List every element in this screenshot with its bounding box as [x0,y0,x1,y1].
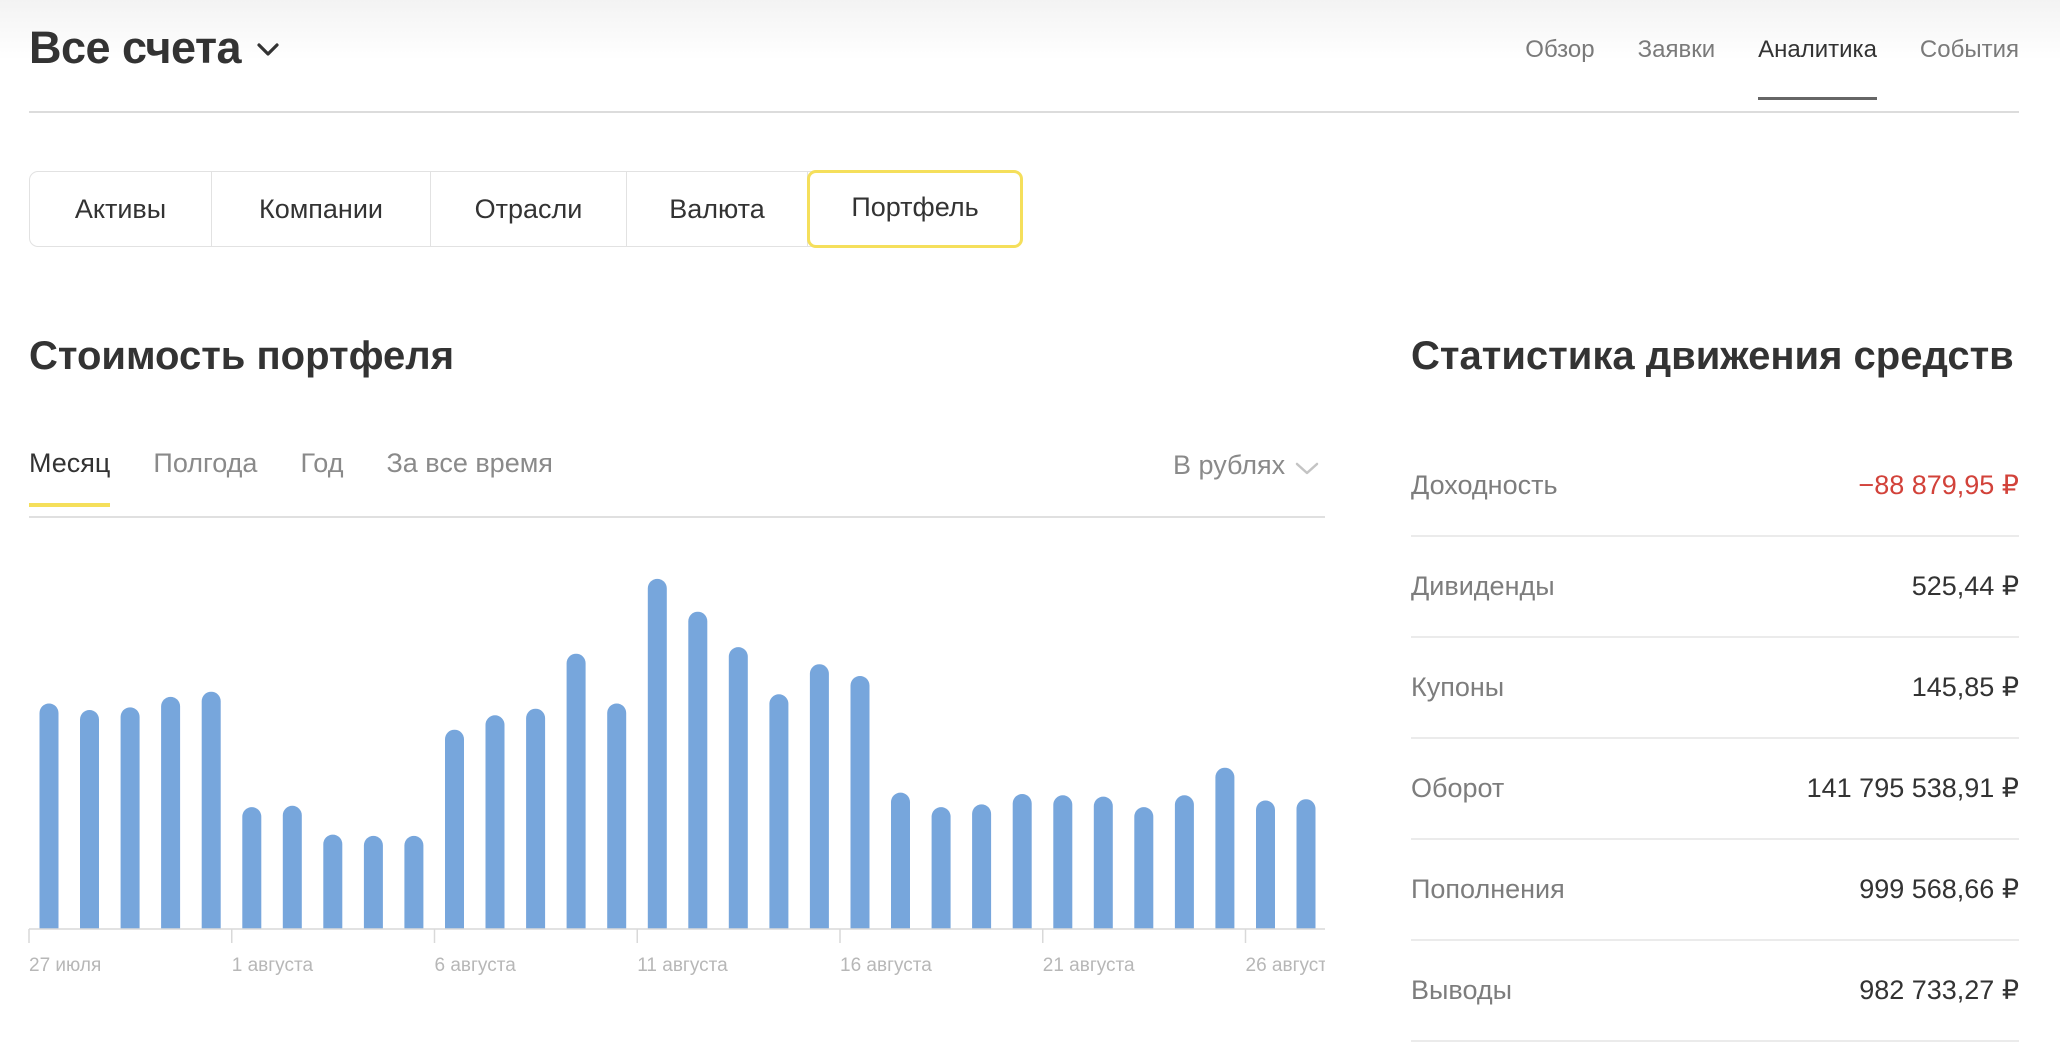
chevron-down-icon [1295,462,1319,474]
stat-label: Доходность [1411,470,1558,500]
segment-portfolio[interactable]: Портфель [807,170,1023,248]
stat-row-deposits: Пополнения 999 568,66 ₽ [1411,840,2019,941]
stat-value: 141 795 538,91 ₽ [1806,773,2019,803]
chart-bar[interactable] [688,611,708,939]
segment-currency[interactable]: Валюта [627,172,808,246]
stat-label: Пополнения [1411,874,1565,904]
chart-bar[interactable] [80,710,99,939]
chart-bar[interactable] [485,715,505,939]
currency-label: В рублях [1173,450,1286,480]
chart-bar[interactable] [850,676,870,939]
stat-label: Выводы [1411,975,1513,1005]
chart-bar[interactable] [445,729,464,939]
tab-overview[interactable]: Обзор [1525,36,1594,100]
chevron-down-icon [257,42,279,62]
portfolio-value-title: Стоимость портфеля [29,334,455,378]
period-selector: Месяц Полгода Год За все время [29,448,553,507]
period-month[interactable]: Месяц [29,448,111,507]
x-tick-label: 6 августа [435,955,517,976]
stat-row-yield: Доходность −88 879,95 ₽ [1411,436,2019,537]
stat-label: Оборот [1411,773,1505,803]
chart-bar[interactable] [161,696,181,939]
chart-bar[interactable] [1256,800,1275,940]
chart-bar[interactable] [282,805,302,939]
chart-bar[interactable] [201,691,221,939]
segment-assets[interactable]: Активы [30,172,212,246]
stat-row-coupons: Купоны 145,85 ₽ [1411,638,2019,739]
chart-bar[interactable] [607,703,627,940]
stat-value: 982 733,27 ₽ [1859,975,2019,1005]
chart-bar[interactable] [809,664,829,939]
cashflow-stats-list: Доходность −88 879,95 ₽ Дивиденды 525,44… [1411,436,2019,1042]
chart-bar[interactable] [1012,794,1032,939]
chart-bar[interactable] [1215,767,1235,939]
currency-dropdown[interactable]: В рублях [1173,450,1319,481]
account-selector[interactable]: Все счета [29,22,279,74]
period-year[interactable]: Год [300,448,343,505]
stat-value: 145,85 ₽ [1911,672,2019,702]
tab-analytics[interactable]: Аналитика [1758,36,1877,100]
chart-bar[interactable] [1053,795,1073,939]
chart-bar[interactable] [242,807,262,939]
x-tick-label: 16 августа [840,955,932,976]
chart-bar[interactable] [120,707,140,939]
chart-bar[interactable] [647,578,667,939]
segment-industries[interactable]: Отрасли [431,172,627,246]
chart-bar[interactable] [1134,807,1154,939]
tab-orders[interactable]: Заявки [1638,36,1716,100]
stat-value: 525,44 ₽ [1911,571,2019,601]
chart-bar[interactable] [39,703,59,940]
stat-label: Дивиденды [1411,571,1555,601]
period-half-year[interactable]: Полгода [153,448,257,505]
x-tick-label: 21 августа [1043,955,1135,976]
cashflow-stats-title: Статистика движения средств [1411,334,2014,378]
chart-bar[interactable] [566,653,586,939]
chart-bar[interactable] [972,804,992,939]
stat-row-withdrawals: Выводы 982 733,27 ₽ [1411,941,2019,1042]
chart-bar[interactable] [769,694,789,939]
header-divider [29,111,2019,113]
chart-bar[interactable] [526,708,546,939]
stat-label: Купоны [1411,672,1505,702]
x-tick-label: 26 августа [1246,955,1338,976]
x-tick-label: 11 августа [637,955,728,976]
stat-row-dividends: Дивиденды 525,44 ₽ [1411,537,2019,638]
chart-bar[interactable] [363,835,383,939]
chart-bar[interactable] [323,834,343,939]
stat-value: 999 568,66 ₽ [1859,874,2019,904]
stat-row-turnover: Оборот 141 795 538,91 ₽ [1411,739,2019,840]
stat-value: −88 879,95 ₽ [1858,470,2019,500]
account-title: Все счета [29,22,242,73]
chart-bar[interactable] [1296,799,1316,939]
portfolio-bar-chart: 27 июля 1 августа 6 августа 11 августа 16 ав… [0,578,1340,1000]
segment-companies[interactable]: Компании [212,172,431,246]
chart-bar[interactable] [1174,795,1194,939]
chart-bar[interactable] [728,647,748,939]
period-divider [29,516,1325,518]
period-all-time[interactable]: За все время [386,448,552,505]
x-tick-label: 27 июля [29,955,101,976]
top-nav: Обзор Заявки Аналитика События [1525,36,2019,100]
tab-events[interactable]: События [1920,36,2019,100]
x-tick-label: 1 августа [232,955,314,976]
analytics-segmented-control: Активы Компании Отрасли Валюта Портфель [29,170,1023,248]
chart-bar[interactable] [404,835,424,939]
chart-bar[interactable] [1093,796,1113,939]
chart-bar[interactable] [931,807,951,939]
chart-bar[interactable] [891,792,910,939]
